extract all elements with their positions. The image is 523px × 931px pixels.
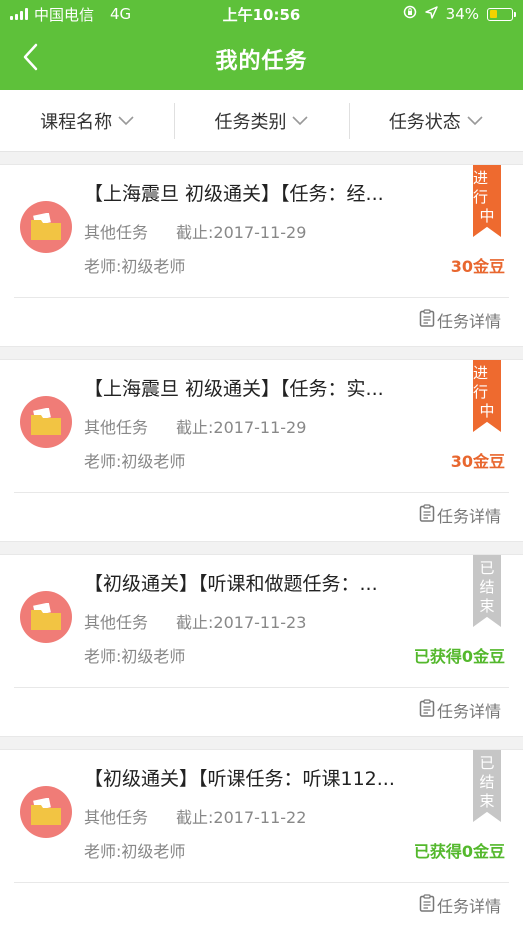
task-detail-label: 任务详情: [436, 312, 501, 331]
task-list: 【上海震旦 初级通关】【任务：经... 其他任务 截止:2017-11-29 老…: [0, 164, 523, 931]
task-reward: 30金豆: [450, 257, 505, 276]
clipboard-icon: [419, 309, 435, 331]
task-detail-label: 任务详情: [436, 702, 501, 721]
chevron-down-icon: [292, 110, 309, 131]
status-bar-right: 34%: [403, 5, 516, 23]
task-meta: 其他任务 截止:2017-11-29: [84, 414, 306, 438]
task-deadline: 截止:2017-11-22: [176, 808, 307, 827]
status-ribbon: 已 结 束: [473, 555, 501, 627]
task-reward: 30金豆: [450, 452, 505, 471]
location-icon: [424, 5, 438, 23]
status-ribbon-text: 中: [479, 207, 495, 225]
task-type: 其他任务: [84, 808, 149, 827]
status-ribbon-text: 结: [479, 578, 495, 596]
task-type: 其他任务: [84, 613, 149, 632]
status-ribbon-text: 进行: [473, 364, 489, 401]
carrier-label: 中国电信: [34, 5, 95, 24]
task-card-body[interactable]: 【初级通关】【听课任务：听课112... 其他任务 截止:2017-11-22 …: [14, 750, 509, 883]
status-bar: 中国电信 4G 上午10:56 34%: [0, 0, 523, 28]
network-label: 4G: [110, 5, 132, 23]
back-button[interactable]: [22, 28, 66, 90]
task-card[interactable]: 【初级通关】【听课和做题任务：... 其他任务 截止:2017-11-23 老师…: [0, 554, 523, 737]
orientation-lock-icon: [403, 5, 417, 23]
status-ribbon-text: 结: [479, 773, 495, 791]
clipboard-icon: [419, 504, 435, 526]
task-meta: 其他任务 截止:2017-11-23: [84, 609, 306, 633]
filter-task-status[interactable]: 任务状态: [348, 102, 523, 139]
task-reward: 已获得0金豆: [413, 842, 505, 861]
filter-course-name[interactable]: 课程名称: [0, 103, 174, 139]
folder-icon: [20, 591, 72, 643]
battery-level: [489, 10, 497, 18]
folder-icon: [20, 786, 72, 838]
battery-percent: 34%: [445, 5, 479, 23]
task-type: 其他任务: [84, 418, 149, 437]
clipboard-icon: [419, 699, 435, 721]
task-title: 【初级通关】【听课和做题任务：...: [84, 573, 378, 595]
task-title: 【上海震旦 初级通关】【任务：实...: [84, 378, 384, 400]
task-card-body[interactable]: 【上海震旦 初级通关】【任务：实... 其他任务 截止:2017-11-29 老…: [14, 360, 509, 493]
folder-icon: [20, 396, 72, 448]
status-ribbon-text: 进行: [473, 169, 489, 206]
task-card-body[interactable]: 【上海震旦 初级通关】【任务：经... 其他任务 截止:2017-11-29 老…: [14, 165, 509, 298]
task-detail-link[interactable]: 任务详情: [419, 698, 501, 722]
task-detail-link[interactable]: 任务详情: [419, 503, 501, 527]
status-ribbon-text: 束: [479, 792, 495, 810]
status-ribbon-text: 已: [479, 754, 495, 772]
task-detail-link[interactable]: 任务详情: [419, 308, 501, 332]
task-card[interactable]: 【上海震旦 初级通关】【任务：实... 其他任务 截止:2017-11-29 老…: [0, 359, 523, 542]
task-meta: 其他任务 截止:2017-11-22: [84, 804, 306, 828]
status-ribbon: 已 结 束: [473, 750, 501, 822]
task-detail-label: 任务详情: [436, 897, 501, 916]
task-reward: 已获得0金豆: [413, 647, 505, 666]
task-title: 【初级通关】【听课任务：听课112...: [84, 768, 395, 790]
task-teacher: 老师:初级老师: [84, 842, 186, 861]
nav-bar: 我的任务: [0, 28, 523, 90]
task-card-body[interactable]: 【初级通关】【听课和做题任务：... 其他任务 截止:2017-11-23 老师…: [14, 555, 509, 688]
status-ribbon-text: 束: [479, 597, 495, 615]
chevron-left-icon: [22, 43, 38, 75]
status-ribbon-text: 已: [479, 559, 495, 577]
chevron-down-icon: [118, 110, 134, 131]
task-deadline: 截止:2017-11-29: [176, 223, 307, 242]
status-ribbon: 进行 中: [473, 165, 501, 237]
task-deadline: 截止:2017-11-29: [176, 418, 307, 437]
task-teacher: 老师:初级老师: [84, 257, 186, 276]
task-meta: 其他任务 截止:2017-11-29: [84, 219, 306, 243]
filter-label: 课程名称: [40, 111, 113, 133]
task-detail-link[interactable]: 任务详情: [419, 893, 501, 917]
task-detail-label: 任务详情: [436, 507, 501, 526]
task-title: 【上海震旦 初级通关】【任务：经...: [84, 183, 384, 205]
task-type: 其他任务: [84, 223, 149, 242]
task-card[interactable]: 【初级通关】【听课任务：听课112... 其他任务 截止:2017-11-22 …: [0, 749, 523, 931]
clipboard-icon: [419, 894, 435, 916]
filter-bar: 课程名称 任务类别 任务状态: [0, 90, 523, 152]
page-title: 我的任务: [215, 49, 308, 74]
task-teacher: 老师:初级老师: [84, 452, 186, 471]
task-card[interactable]: 【上海震旦 初级通关】【任务：经... 其他任务 截止:2017-11-29 老…: [0, 164, 523, 347]
battery-icon: [487, 7, 516, 21]
status-ribbon-text: 中: [479, 402, 495, 420]
status-ribbon: 进行 中: [473, 360, 501, 432]
filter-label: 任务状态: [388, 111, 461, 133]
filter-label: 任务类别: [214, 111, 287, 133]
filter-task-category[interactable]: 任务类别: [174, 102, 348, 139]
task-teacher: 老师:初级老师: [84, 647, 186, 666]
status-bar-left: 中国电信 4G: [10, 4, 131, 25]
folder-icon: [20, 201, 72, 253]
signal-icon: [10, 8, 28, 20]
chevron-down-icon: [467, 110, 483, 131]
task-deadline: 截止:2017-11-23: [176, 613, 307, 632]
